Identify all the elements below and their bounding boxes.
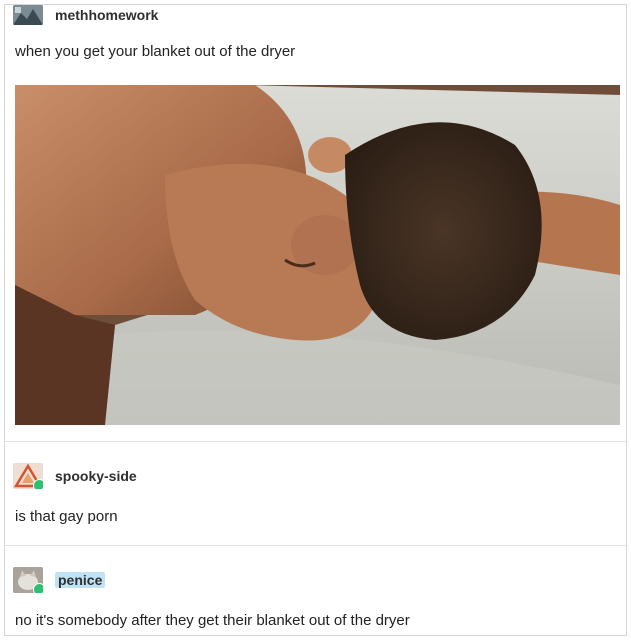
post-caption: when you get your blanket out of the dry… — [15, 43, 296, 60]
divider — [5, 545, 626, 546]
reblog-header-spooky-side: spooky-side — [13, 463, 137, 489]
tumblr-post: methhomework when you get your blanket o… — [4, 4, 627, 636]
avatar[interactable] — [13, 463, 43, 489]
reblog-text: is that gay porn — [15, 508, 118, 525]
online-badge — [33, 479, 43, 489]
avatar[interactable] — [13, 567, 43, 593]
online-badge — [33, 583, 43, 593]
post-username[interactable]: methhomework — [55, 7, 158, 23]
post-image — [15, 85, 620, 425]
reblog-username[interactable]: spooky-side — [55, 468, 137, 484]
post-photo-illustration — [15, 85, 620, 425]
avatar-image-icon — [13, 5, 43, 25]
avatar[interactable] — [13, 5, 43, 25]
reblog-username[interactable]: penice — [55, 572, 106, 588]
reblog-text: no it's somebody after they get their bl… — [15, 612, 410, 629]
reblog-header-penice: penice — [13, 567, 106, 593]
reblog-username-text: penice — [55, 572, 106, 588]
divider — [5, 441, 626, 442]
post-header: methhomework — [13, 5, 158, 25]
